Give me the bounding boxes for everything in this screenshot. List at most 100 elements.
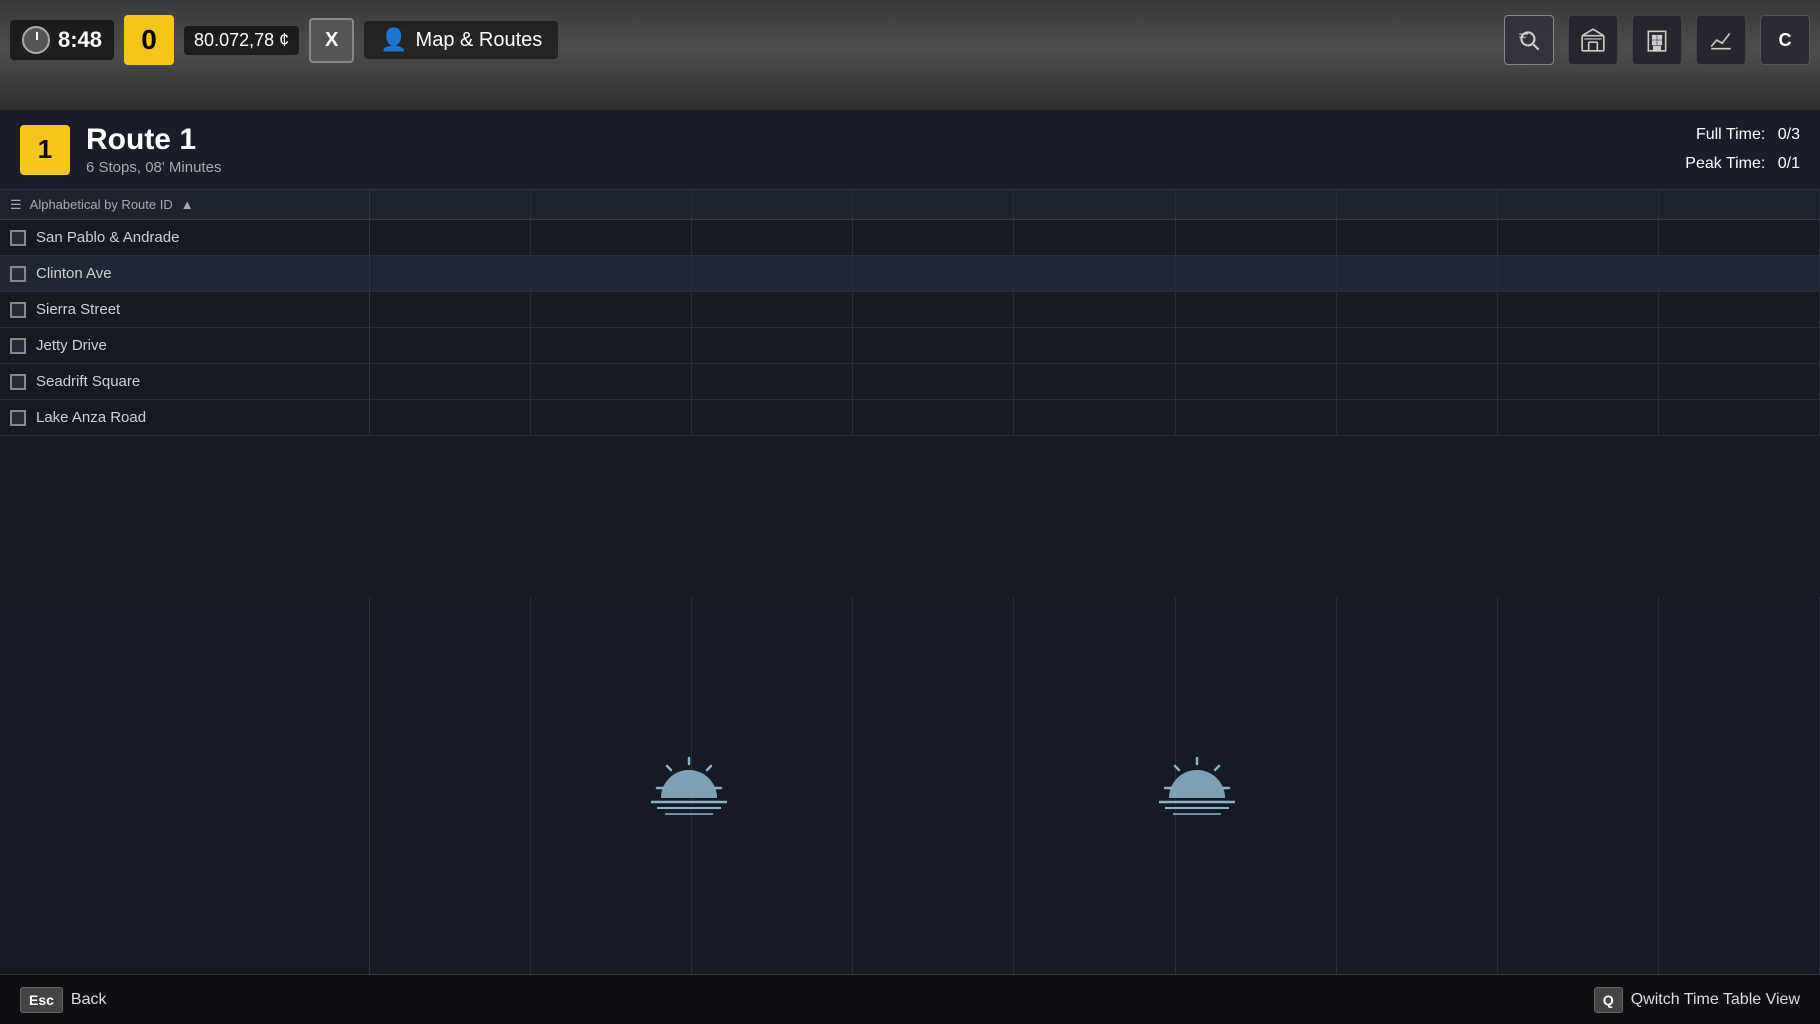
empty-time-cols [370, 597, 1820, 974]
stop-time-cell [370, 220, 531, 255]
stop-time-cell [1659, 364, 1820, 399]
stop-time-cell [853, 292, 1014, 327]
stop-time-cells [370, 364, 1820, 399]
stop-time-cell [1176, 220, 1337, 255]
stop-time-cell [692, 220, 853, 255]
peak-time-label: Peak Time: [1685, 155, 1765, 172]
back-button[interactable]: Esc Back [20, 987, 107, 1013]
sunrise-icon-1 [649, 756, 729, 816]
empty-stop-col [0, 597, 370, 974]
empty-time-col-1 [370, 597, 531, 974]
money-text: 80.072,78 ¢ [194, 30, 289, 51]
stop-name-label: Jetty Drive [36, 337, 107, 354]
stop-time-cells [370, 256, 1820, 291]
header-label: Alphabetical by Route ID [30, 197, 173, 212]
stop-row[interactable]: Sierra Street [0, 292, 1820, 328]
stop-time-cell [1498, 400, 1659, 435]
route-header: 1 Route 1 6 Stops, 08' Minutes Full Time… [0, 110, 1820, 190]
score-badge: 0 [124, 15, 174, 65]
time-col-2 [531, 190, 692, 219]
time-cols-header [370, 190, 1820, 219]
stop-name-label: Clinton Ave [36, 265, 112, 282]
route-info: Route 1 6 Stops, 08' Minutes [86, 123, 1677, 176]
stop-time-cell [1337, 220, 1498, 255]
stop-time-cell [531, 256, 692, 291]
route-name: Route 1 [86, 123, 1677, 157]
stop-name-cell: San Pablo & Andrade [0, 220, 370, 255]
main-panel: 1 Route 1 6 Stops, 08' Minutes Full Time… [0, 110, 1820, 974]
stop-time-cell [1014, 220, 1175, 255]
stop-time-cell [370, 364, 531, 399]
stop-icon [10, 302, 26, 318]
empty-time-col-5 [1014, 597, 1175, 974]
nav-garage-btn[interactable] [1568, 15, 1618, 65]
stop-time-cell [1337, 256, 1498, 291]
stop-time-cell [1498, 220, 1659, 255]
stop-row[interactable]: Lake Anza Road [0, 400, 1820, 436]
stop-name-cell: Sierra Street [0, 292, 370, 327]
stop-time-cells [370, 220, 1820, 255]
full-time-value: 0/3 [1778, 126, 1800, 143]
stop-time-cells [370, 400, 1820, 435]
stop-time-cell [1337, 328, 1498, 363]
stop-time-cell [853, 400, 1014, 435]
nav-title-text: Map & Routes [416, 29, 543, 52]
stop-row[interactable]: Jetty Drive [0, 328, 1820, 364]
close-button[interactable]: X [309, 18, 354, 63]
time-col-3 [692, 190, 853, 219]
stop-time-cell [1014, 364, 1175, 399]
map-icon: 👤 [380, 27, 407, 53]
stop-time-cell [370, 400, 531, 435]
stop-time-cell [853, 256, 1014, 291]
time-col-4 [853, 190, 1014, 219]
nav-building-btn[interactable] [1632, 15, 1682, 65]
time-text: 8:48 [58, 27, 102, 53]
stop-time-cell [1337, 292, 1498, 327]
stop-time-cell [1337, 364, 1498, 399]
stop-time-cells [370, 328, 1820, 363]
sunrise-icon-2 [1157, 756, 1237, 816]
stop-time-cell [1337, 400, 1498, 435]
stop-time-cell [1176, 292, 1337, 327]
stop-col-header: ☰ Alphabetical by Route ID ▲ [0, 190, 370, 219]
stop-time-cell [1659, 400, 1820, 435]
stop-time-cell [370, 256, 531, 291]
timetable-empty [0, 597, 1820, 974]
stop-icon [10, 374, 26, 390]
stop-time-cell [692, 400, 853, 435]
nav-search-btn[interactable] [1504, 15, 1554, 65]
stop-time-cell [1498, 292, 1659, 327]
nav-chart-btn[interactable] [1696, 15, 1746, 65]
stop-time-cell [692, 364, 853, 399]
stop-time-cell [1176, 328, 1337, 363]
stop-icon [10, 230, 26, 246]
stop-icon [10, 266, 26, 282]
time-col-8 [1498, 190, 1659, 219]
sort-icon: ☰ [10, 197, 22, 213]
stop-row[interactable]: Clinton Ave [0, 256, 1820, 292]
stop-row[interactable]: San Pablo & Andrade [0, 220, 1820, 256]
stop-name-cell: Lake Anza Road [0, 400, 370, 435]
timetable-body: San Pablo & Andrade Clinton Ave Sierra Str… [0, 220, 1820, 597]
stop-name-label: Sierra Street [36, 301, 120, 318]
nav-title: 👤 Map & Routes [364, 21, 558, 59]
stop-time-cell [1176, 364, 1337, 399]
stop-time-cell [370, 292, 531, 327]
empty-time-col-8 [1498, 597, 1659, 974]
nav-corner-btn[interactable]: C [1760, 15, 1810, 65]
stop-name-cell: Clinton Ave [0, 256, 370, 291]
stop-time-cell [853, 328, 1014, 363]
time-col-5 [1014, 190, 1175, 219]
stop-time-cell [1498, 256, 1659, 291]
stop-time-cell [1014, 328, 1175, 363]
stop-time-cell [531, 220, 692, 255]
stop-time-cell [1014, 256, 1175, 291]
stop-time-cell [1498, 364, 1659, 399]
stop-time-cell [692, 328, 853, 363]
switch-view-button[interactable]: Q Qwitch Time Table View [1594, 987, 1800, 1013]
stop-name-label: Lake Anza Road [36, 409, 146, 426]
top-nav-icons: C [1504, 15, 1810, 65]
stop-time-cell [370, 328, 531, 363]
stop-name-cell: Jetty Drive [0, 328, 370, 363]
stop-row[interactable]: Seadrift Square [0, 364, 1820, 400]
